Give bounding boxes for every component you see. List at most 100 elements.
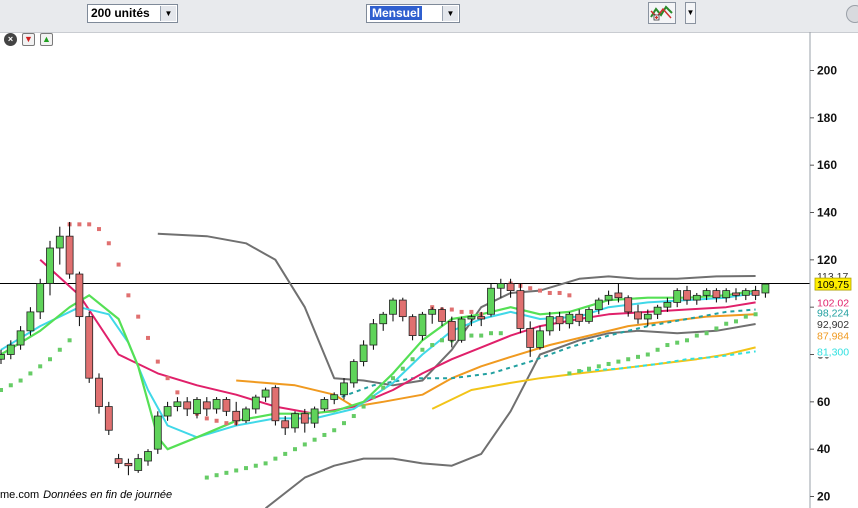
psar-bull-point (18, 378, 23, 383)
psar-bull-point (371, 395, 376, 400)
psar-bull-point (322, 432, 327, 437)
candle (95, 373, 103, 414)
price-label: 87,984 (815, 329, 851, 343)
candle (487, 283, 495, 317)
candle-body (242, 408, 250, 422)
candle (634, 304, 642, 324)
candle-body (516, 290, 525, 329)
psar-bull-point (626, 357, 631, 362)
candle-body (761, 283, 770, 294)
candle-body (6, 344, 15, 355)
candle-body (46, 247, 54, 284)
candle-body (104, 406, 113, 431)
psar-bull-point (0, 388, 3, 393)
psar-bull-point (312, 437, 317, 442)
y-tick-label: 20 (817, 490, 831, 504)
y-tick-label: 60 (817, 395, 831, 409)
candle-body (614, 292, 623, 299)
candle (349, 359, 358, 388)
candle-body (487, 287, 495, 315)
price-label-text: 87,984 (817, 331, 849, 343)
candle (75, 271, 84, 327)
candle-body (438, 309, 446, 322)
psar-bull-point (724, 321, 729, 326)
psar-bull-point (38, 364, 43, 369)
candle (389, 297, 397, 322)
candle (428, 307, 437, 324)
candle (741, 288, 750, 301)
candle (516, 283, 525, 334)
candle-body (526, 328, 535, 348)
psar-bull-point (440, 338, 444, 343)
psar-bear-point (155, 359, 160, 364)
candle-body (369, 323, 378, 346)
psar-bull-point (214, 473, 219, 478)
y-tick-label: 40 (817, 442, 831, 456)
psar-bear-point (557, 290, 562, 295)
candle-body (389, 299, 397, 315)
psar-bull-point (8, 383, 13, 388)
psar-bull-point (342, 421, 346, 426)
psar-bull-point (48, 357, 52, 362)
psar-bull-point (704, 331, 709, 336)
psar-bear-point (106, 241, 111, 246)
psar-bear-point (224, 421, 229, 426)
psar-bull-point (479, 333, 484, 338)
candle-body (212, 399, 221, 410)
psar-bear-point (116, 262, 121, 267)
candle-body (634, 311, 642, 320)
candle-body (467, 316, 476, 320)
candle (183, 397, 192, 417)
candle-body (653, 306, 662, 315)
psar-bull-point (645, 352, 650, 357)
candle-body (114, 458, 123, 464)
candle (202, 397, 211, 417)
psar-bull-point (596, 364, 601, 369)
candle-body (741, 290, 750, 296)
candle (114, 453, 123, 469)
candle (457, 316, 466, 343)
psar-bear-point (538, 288, 542, 293)
psar-bear-point (87, 222, 92, 227)
data-note: Données en fin de journée (43, 489, 173, 501)
psar-bear-point (175, 390, 180, 395)
candle (751, 285, 760, 301)
candle (604, 290, 613, 305)
price-label: 92,902 (815, 317, 851, 331)
candle (555, 311, 564, 331)
price-label-text: 92,902 (817, 319, 849, 331)
psar-bull-point (381, 385, 386, 390)
candle (761, 283, 770, 298)
psar-bull-point (351, 414, 356, 419)
candle (261, 387, 270, 402)
y-tick-label: 120 (817, 253, 837, 267)
candle-body (447, 320, 456, 341)
candle (104, 401, 113, 435)
candle (85, 311, 94, 383)
candle (173, 397, 182, 412)
candle-body (0, 354, 5, 360)
psar-bull-point (577, 369, 582, 374)
candle (692, 292, 701, 305)
psar-bear-point (146, 335, 150, 340)
candle (55, 226, 64, 265)
candle-body (506, 283, 515, 292)
candle-body (163, 406, 172, 417)
candle (320, 397, 329, 412)
price-label: 109,75 (814, 277, 852, 291)
candle-body (134, 458, 143, 471)
candle-body (55, 235, 64, 249)
candle-body (379, 313, 388, 325)
candle-body (585, 309, 593, 322)
psar-bull-point (293, 447, 297, 452)
psar-bull-point (616, 359, 621, 364)
candle-body (643, 313, 652, 320)
candle (124, 458, 133, 476)
candle-body (124, 462, 133, 467)
ma-green-line (0, 289, 756, 451)
candle-body (261, 389, 270, 398)
candle-body (153, 415, 162, 450)
psar-bull-point (675, 340, 680, 345)
candle (251, 394, 260, 414)
candle-body (26, 311, 35, 332)
